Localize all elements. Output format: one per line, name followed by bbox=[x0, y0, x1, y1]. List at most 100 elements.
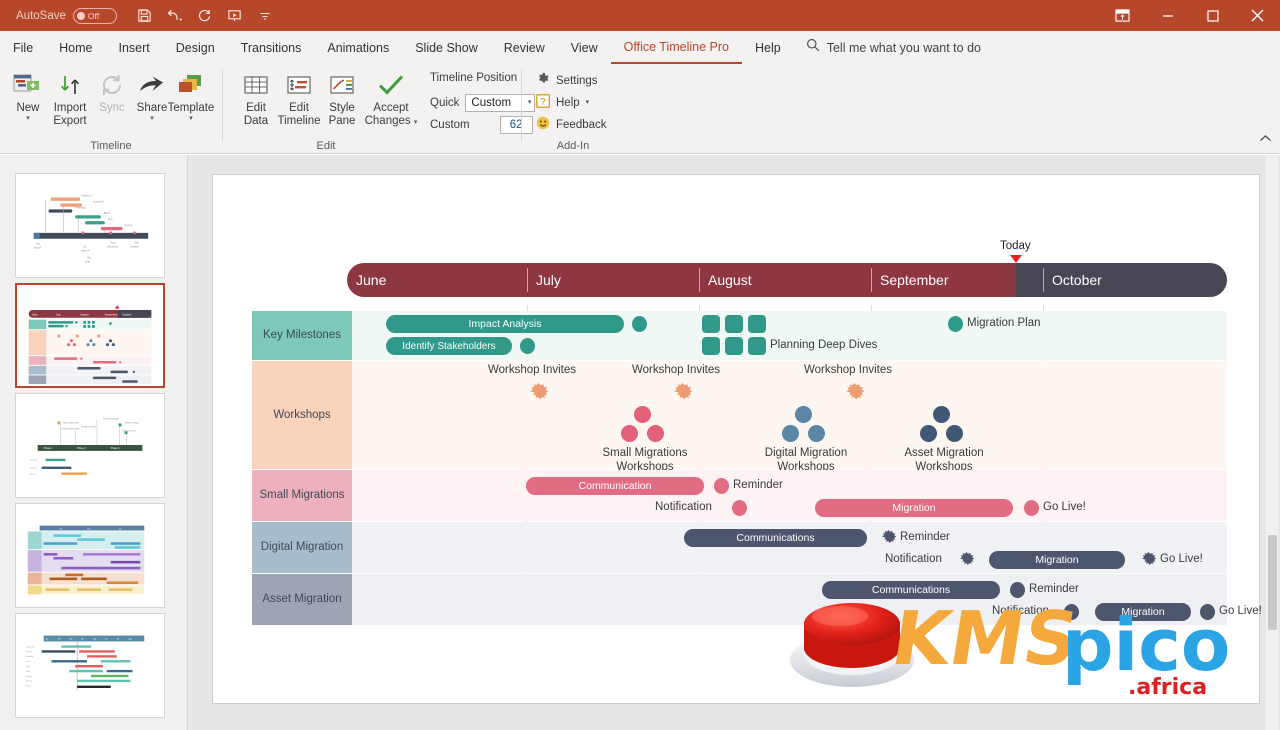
milestone-dot-reminder[interactable] bbox=[1010, 582, 1025, 598]
workshop-cluster-dot[interactable] bbox=[933, 406, 950, 423]
milestone-square[interactable] bbox=[702, 337, 720, 355]
svg-text:June: June bbox=[32, 312, 38, 316]
ribbon-tab-bar: File Home Insert Design Transitions Anim… bbox=[0, 31, 1280, 64]
svg-text:milestone: milestone bbox=[107, 245, 119, 249]
tab-office-timeline-pro[interactable]: Office Timeline Pro bbox=[610, 31, 742, 64]
task-bar-migration[interactable]: Migration bbox=[989, 551, 1125, 569]
milestone-star-go-live[interactable] bbox=[1141, 552, 1157, 572]
slide-thumbnail-1[interactable]: Activity A Activity B Planning Build Test D… bbox=[15, 173, 165, 278]
swimlane-asset-migration[interactable]: Asset Migration Communications Reminder … bbox=[252, 574, 1262, 625]
ribbon-group-edit: Edit Data Edit Timeline Style Pane Accep… bbox=[228, 64, 536, 154]
chevron-down-icon[interactable]: ▾ bbox=[586, 99, 590, 107]
help-button[interactable]: ? Help ▾ bbox=[535, 93, 590, 111]
template-button[interactable]: Template ▾ bbox=[163, 68, 219, 123]
tab-design[interactable]: Design bbox=[163, 31, 228, 64]
milestone-dot[interactable] bbox=[632, 316, 647, 332]
slide-thumbnail-2[interactable]: June July August September October bbox=[15, 283, 165, 388]
help-label: Help bbox=[556, 96, 580, 109]
milestone-dot-notification[interactable] bbox=[1064, 604, 1079, 620]
autosave-toggle[interactable]: Off bbox=[72, 7, 117, 24]
milestone-square[interactable] bbox=[725, 337, 743, 355]
tab-animations[interactable]: Animations bbox=[314, 31, 402, 64]
svg-text:System setup: System setup bbox=[125, 421, 140, 424]
save-icon[interactable] bbox=[131, 3, 159, 29]
tab-review[interactable]: Review bbox=[491, 31, 558, 64]
undo-icon[interactable] bbox=[161, 3, 189, 29]
close-icon[interactable] bbox=[1235, 0, 1280, 31]
svg-text:kickoff: kickoff bbox=[34, 246, 41, 250]
milestone-square[interactable] bbox=[748, 315, 766, 333]
minimize-icon[interactable] bbox=[1145, 0, 1190, 31]
tab-help[interactable]: Help bbox=[742, 31, 794, 64]
timeline-graphic[interactable]: Today June July August September October bbox=[213, 175, 1262, 705]
slide-thumbnail-5[interactable]: Jan Feb Mar Apr May Jun Jul Aug Discovery Desig… bbox=[15, 613, 165, 718]
feedback-button[interactable]: Feedback bbox=[536, 116, 607, 133]
canvas-scrollbar[interactable] bbox=[1266, 155, 1278, 730]
milestone-dot-reminder[interactable] bbox=[714, 478, 729, 494]
milestone-dot-notification[interactable] bbox=[732, 500, 747, 516]
chevron-up-icon[interactable] bbox=[1259, 134, 1272, 146]
workshop-cluster-dot[interactable] bbox=[782, 425, 799, 442]
tab-file[interactable]: File bbox=[0, 31, 46, 64]
milestone-square[interactable] bbox=[725, 315, 743, 333]
tab-transitions[interactable]: Transitions bbox=[228, 31, 315, 64]
workshop-invite-star-icon-3[interactable] bbox=[845, 383, 865, 407]
workshop-cluster-dot[interactable] bbox=[795, 406, 812, 423]
task-bar-identify-stakeholders[interactable]: Identify Stakeholders bbox=[386, 337, 512, 355]
milestone-star-reminder[interactable] bbox=[881, 530, 897, 550]
more-commands-icon[interactable] bbox=[251, 3, 279, 29]
svg-text:October: October bbox=[122, 312, 131, 316]
tab-view[interactable]: View bbox=[558, 31, 611, 64]
swimlane-digital-migration[interactable]: Digital Migration Communications Reminde… bbox=[252, 522, 1227, 573]
task-bar-communications[interactable]: Communications bbox=[684, 529, 867, 547]
milestone-square[interactable] bbox=[748, 337, 766, 355]
quick-position-select[interactable]: Custom ▾ bbox=[465, 94, 536, 112]
svg-text:Test: Test bbox=[108, 217, 113, 221]
tell-me-box[interactable]: Tell me what you want to do bbox=[794, 31, 993, 64]
autosave-control[interactable]: AutoSave Off bbox=[16, 7, 117, 24]
milestone-square[interactable] bbox=[702, 315, 720, 333]
workshop-cluster-dot[interactable] bbox=[621, 425, 638, 442]
milestone-dot-go-live[interactable] bbox=[1200, 604, 1215, 620]
timeline-month-band: June July August September October bbox=[347, 263, 1227, 297]
tab-slide-show[interactable]: Slide Show bbox=[402, 31, 491, 64]
maximize-icon[interactable] bbox=[1190, 0, 1235, 31]
swimlane-workshops[interactable]: Workshops Workshop Invites Workshop Invi… bbox=[252, 361, 1227, 473]
accept-changes-button[interactable]: Accept Changes ▾ bbox=[360, 68, 422, 127]
task-bar-impact-analysis[interactable]: Impact Analysis bbox=[386, 315, 624, 333]
chevron-down-icon[interactable]: ▾ bbox=[163, 115, 219, 123]
ribbon-display-options-icon[interactable] bbox=[1100, 0, 1145, 31]
slide-thumbnail-4[interactable]: Q1 Q2 Q3 bbox=[15, 503, 165, 608]
workshop-invite-star-icon-2[interactable] bbox=[673, 383, 693, 407]
milestone-star-notification[interactable] bbox=[959, 552, 975, 572]
milestone-dot-go-live[interactable] bbox=[1024, 500, 1039, 516]
current-slide[interactable]: Today June July August September October bbox=[212, 174, 1262, 705]
svg-text:sign-off: sign-off bbox=[81, 249, 90, 253]
milestone-dot[interactable] bbox=[520, 338, 535, 354]
workshop-cluster-dot[interactable] bbox=[647, 425, 664, 442]
task-bar-communications[interactable]: Communications bbox=[822, 581, 1000, 599]
workshop-cluster-dot[interactable] bbox=[946, 425, 963, 442]
present-icon[interactable] bbox=[221, 3, 249, 29]
slide-thumbnail-3[interactable]: Phase 1 Phase 2 Phase 3 Data gathering Stak… bbox=[15, 393, 165, 498]
accept-label: Accept bbox=[373, 102, 409, 114]
workshop-cluster-dot[interactable] bbox=[634, 406, 651, 423]
task-bar-communication[interactable]: Communication bbox=[526, 477, 704, 495]
canvas-scrollbar-thumb[interactable] bbox=[1268, 535, 1277, 630]
workshop-invite-star-icon-1[interactable] bbox=[529, 383, 549, 407]
tab-insert[interactable]: Insert bbox=[106, 31, 163, 64]
workshop-cluster-dot[interactable] bbox=[920, 425, 937, 442]
settings-button[interactable]: Settings bbox=[536, 72, 598, 89]
month-divider bbox=[871, 268, 872, 292]
task-bar-migration[interactable]: Migration bbox=[1095, 603, 1191, 621]
redo-icon[interactable] bbox=[191, 3, 219, 29]
month-label-june: June bbox=[356, 272, 387, 288]
slide-thumbnail-pane[interactable]: Activity A Activity B Planning Build Test D… bbox=[0, 155, 188, 730]
chevron-down-icon[interactable]: ▾ bbox=[414, 119, 418, 126]
workshop-cluster-dot[interactable] bbox=[808, 425, 825, 442]
milestone-dot-migration-plan[interactable] bbox=[948, 316, 963, 332]
swimlane-key-milestones[interactable]: Key Milestones Impact Analysis Migration… bbox=[252, 311, 1227, 360]
task-bar-migration[interactable]: Migration bbox=[815, 499, 1013, 517]
swimlane-small-migrations[interactable]: Small Migrations Communication Reminder … bbox=[252, 470, 1227, 521]
tab-home[interactable]: Home bbox=[46, 31, 105, 64]
